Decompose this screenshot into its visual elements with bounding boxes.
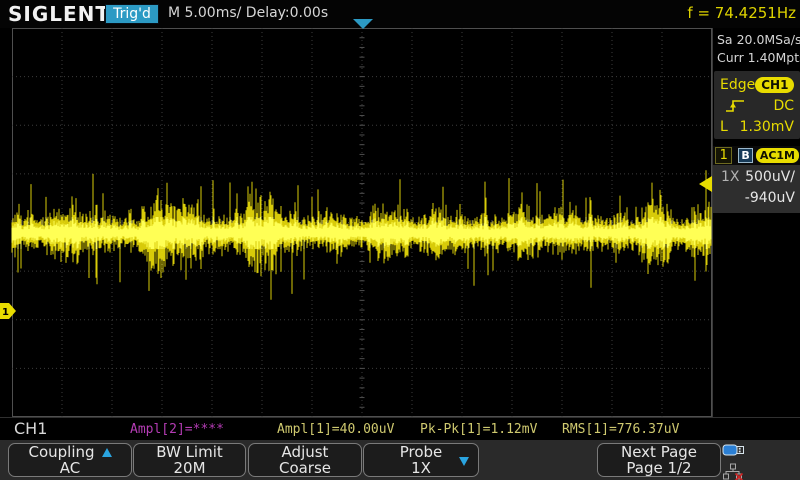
channel-header: 1 B AC1M (713, 146, 800, 165)
softkey-bw-limit-value: 20M (134, 460, 245, 476)
memory-depth: Curr 1.40Mpts (717, 49, 800, 67)
down-arrow-icon (459, 457, 469, 466)
probe-attenuation: 1X (721, 167, 740, 188)
softkey-next-page[interactable]: Next Page Page 1/2 (597, 443, 721, 477)
channel-descriptor[interactable]: 1 B AC1M 1X 500uV/ -940uV (713, 146, 800, 213)
trigger-position-indicator[interactable] (353, 19, 373, 29)
measurement-rms: RMS[1]=776.37uV (562, 422, 679, 437)
display-area: 1 Sa 20.0MSa/s Curr 1.40Mpts Edge CH1 DC (0, 28, 800, 417)
channel1-ground-marker-label: 1 (2, 307, 9, 318)
softkey-probe[interactable]: Probe 1X (363, 443, 479, 477)
brand-logo: SIGLENT (8, 2, 110, 26)
measurement-bar: CH1 Ampl[2]=**** Ampl[1]=40.00uV Pk-Pk[1… (0, 417, 800, 441)
channel-settings: 1X 500uV/ -940uV (713, 165, 800, 213)
trigger-status-badge: Trig'd (105, 4, 159, 24)
frequency-counter: f = 74.4251Hz (687, 4, 796, 22)
softkey-coupling-value: AC (9, 460, 131, 476)
measurement-ampl1: Ampl[1]=40.00uV (277, 422, 394, 437)
waveform-display: 1 (0, 28, 712, 417)
softkey-adjust[interactable]: Adjust Coarse (248, 443, 362, 477)
channel-number: 1 (715, 147, 732, 164)
acquisition-info: Sa 20.0MSa/s Curr 1.40Mpts (713, 28, 800, 67)
oscilloscope-screen: SIGLENT Trig'd M 5.00ms/ Delay:0.00s f =… (0, 0, 800, 480)
channel-offset: -940uV (745, 188, 795, 209)
right-sidebar: Sa 20.0MSa/s Curr 1.40Mpts Edge CH1 DC L (712, 28, 800, 417)
volts-per-div: 500uV/ (745, 167, 795, 188)
trigger-level-label: L (720, 119, 728, 135)
rising-edge-icon (724, 97, 746, 114)
io-status-icons (722, 443, 752, 479)
trigger-panel[interactable]: Edge CH1 DC L 1.30mV (714, 71, 800, 139)
timebase-readout: M 5.00ms/ Delay:0.00s (168, 5, 328, 21)
measurement-ampl2: Ampl[2]=**** (130, 422, 224, 437)
channel-coupling-badge: AC1M (756, 148, 799, 163)
softkey-next-page-value: Page 1/2 (598, 460, 720, 476)
softkey-bw-limit-label: BW Limit (134, 444, 245, 460)
softkey-adjust-value: Coarse (249, 460, 361, 476)
softkey-next-page-label: Next Page (598, 444, 720, 460)
status-bar: SIGLENT Trig'd M 5.00ms/ Delay:0.00s f =… (0, 0, 800, 28)
up-arrow-icon (102, 448, 112, 457)
softkey-adjust-label: Adjust (249, 444, 361, 460)
softkey-menu: Coupling AC BW Limit 20M Adjust Coarse P… (0, 440, 800, 480)
channel-label: CH1 (14, 419, 47, 438)
bw-limit-badge: B (738, 148, 752, 163)
softkey-coupling[interactable]: Coupling AC (8, 443, 132, 477)
trigger-source-badge[interactable]: CH1 (755, 77, 794, 93)
measurement-pkpk: Pk-Pk[1]=1.12mV (420, 422, 537, 437)
trigger-level-value: 1.30mV (740, 119, 794, 135)
trigger-type-label: Edge (720, 77, 755, 93)
sample-rate: Sa 20.0MSa/s (717, 31, 800, 49)
softkey-bw-limit[interactable]: BW Limit 20M (133, 443, 246, 477)
lan-disconnected-icon (722, 463, 746, 480)
usb-icon (722, 443, 746, 458)
trigger-coupling: DC (773, 98, 794, 114)
